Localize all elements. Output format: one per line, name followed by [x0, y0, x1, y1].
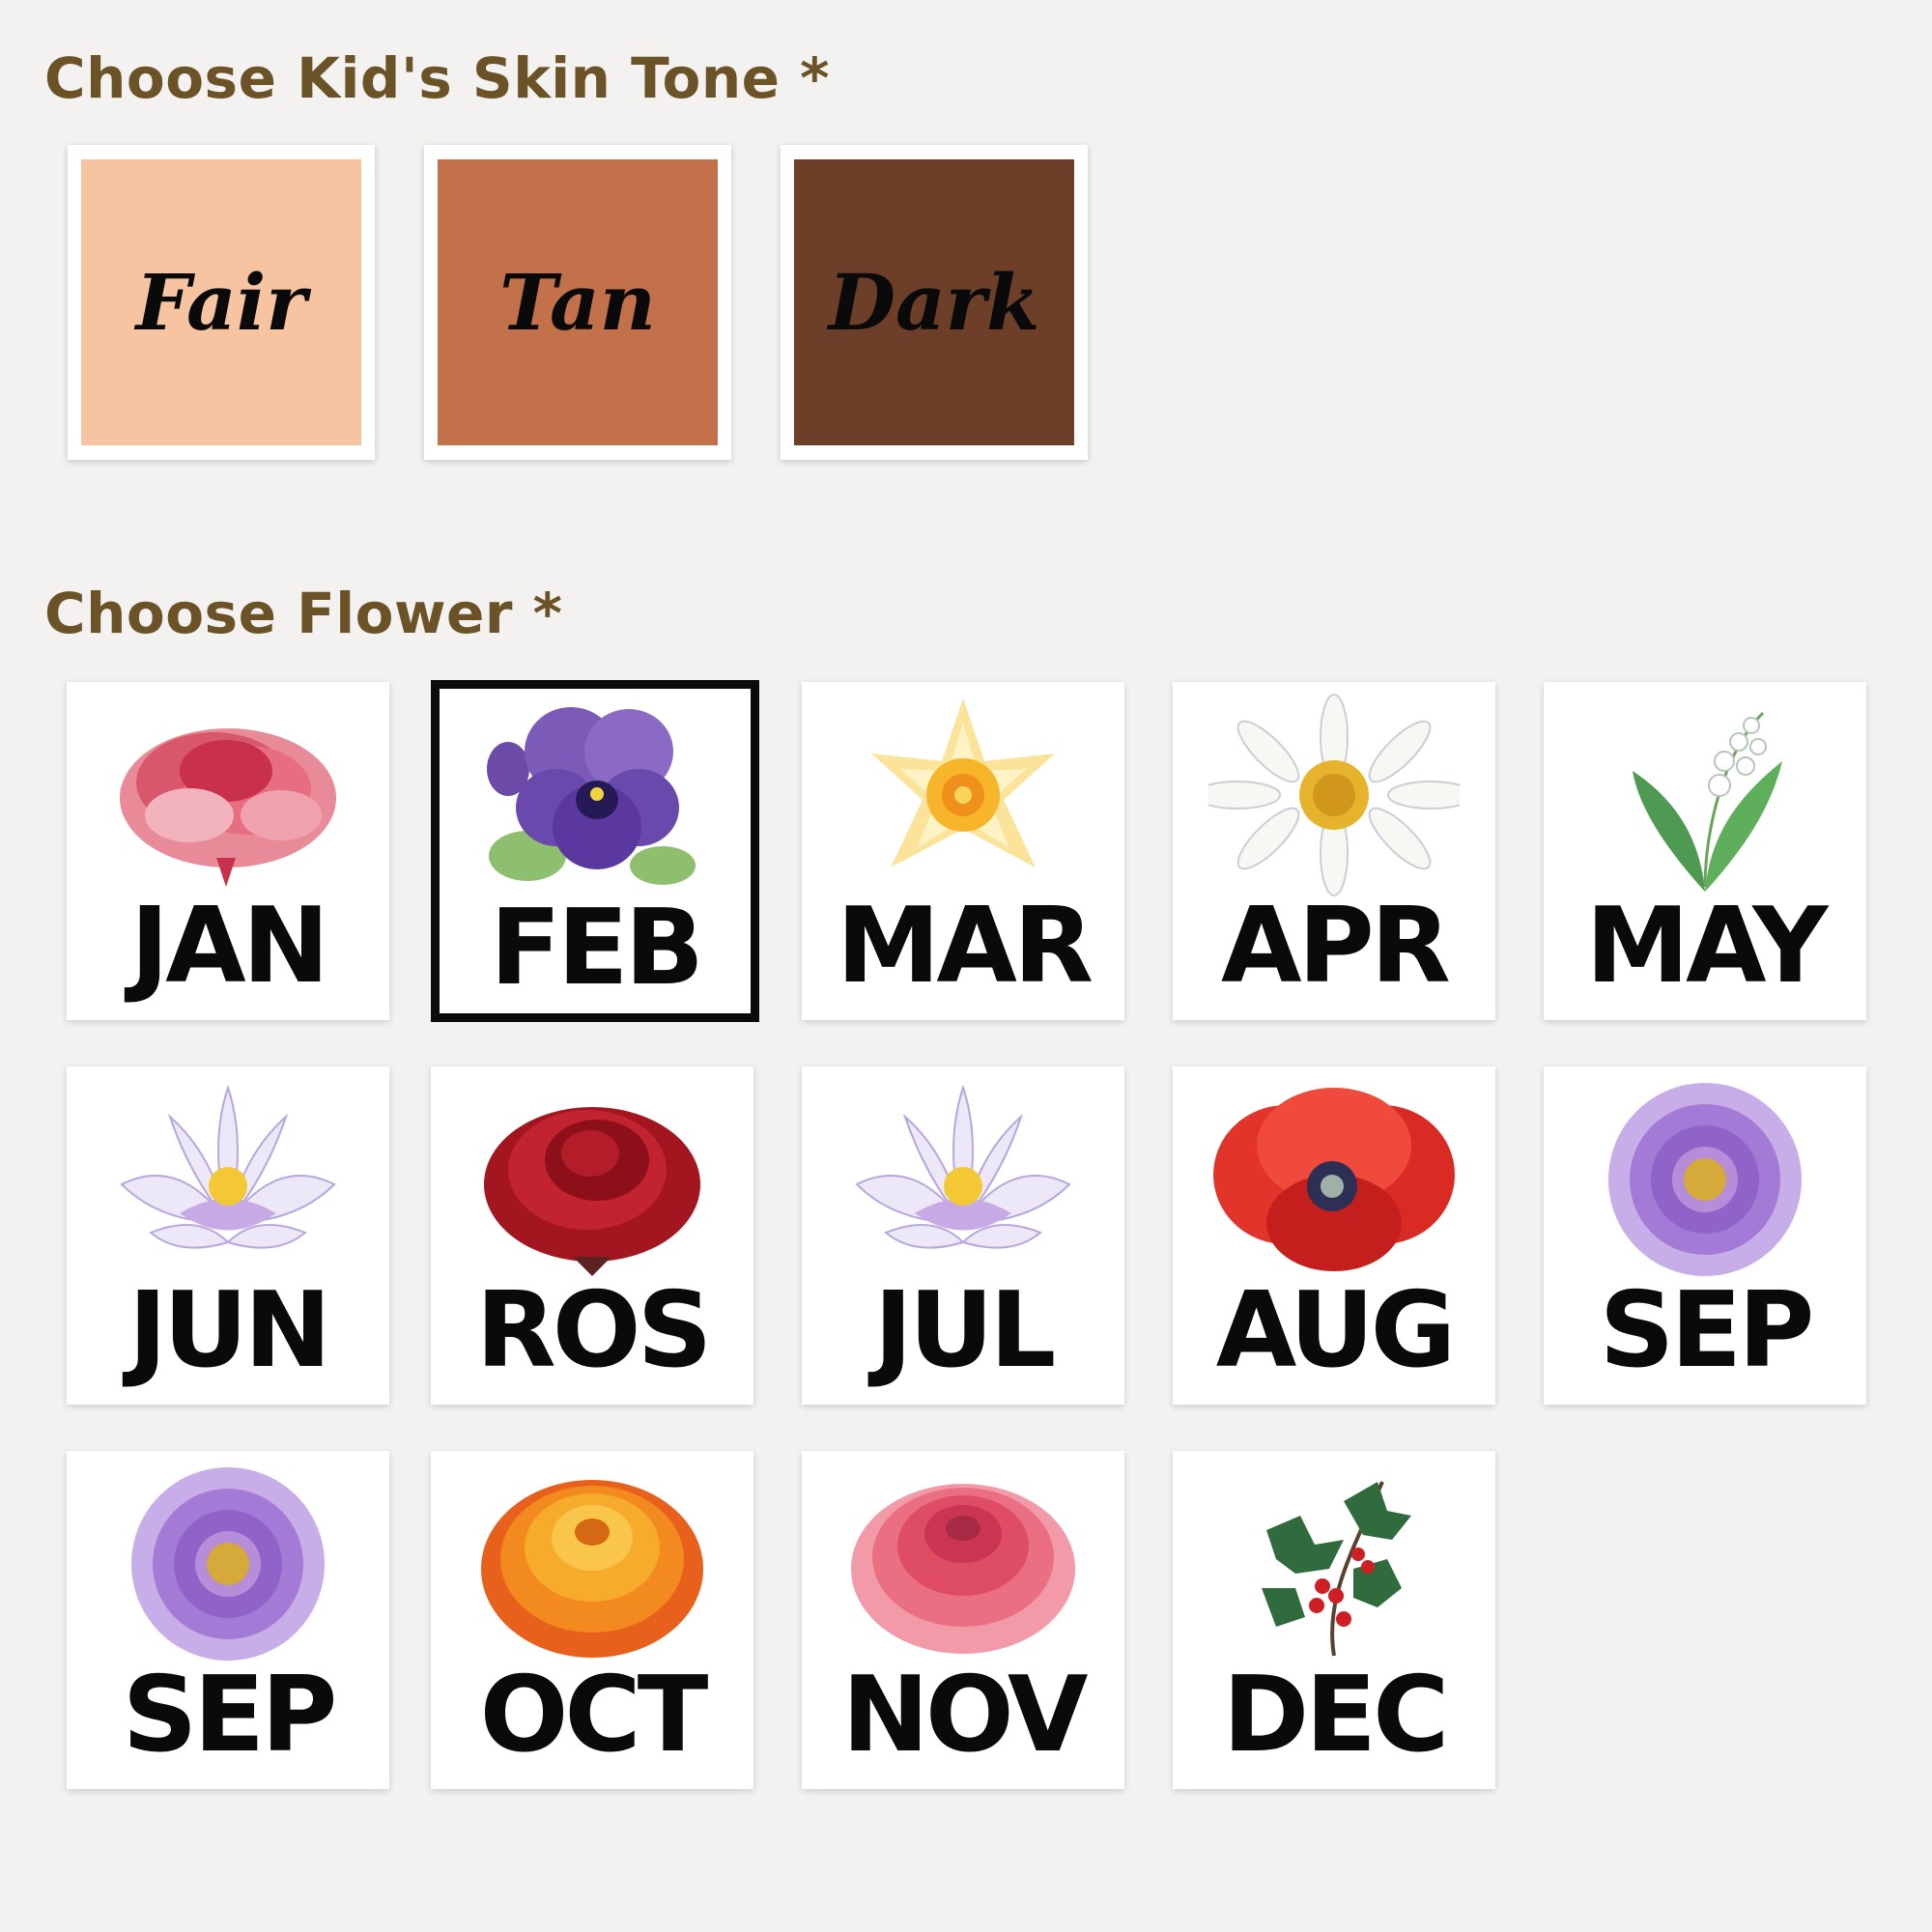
skin-tone-tan-swatch: Tan: [438, 159, 718, 445]
flower-tile-may[interactable]: MAY: [1544, 682, 1866, 1020]
flower-tile-aug[interactable]: AUG: [1173, 1066, 1495, 1405]
skin-tone-fair[interactable]: Fair: [68, 145, 375, 460]
flower-tile-label: ROS: [475, 1270, 713, 1391]
flower-tile-mar[interactable]: MAR: [802, 682, 1124, 1020]
flower-tile-dec[interactable]: DEC: [1173, 1451, 1495, 1789]
flower-tile-label: DEC: [1222, 1655, 1450, 1776]
flower-tile-label: JAN: [129, 886, 329, 1007]
flower-tile-label: AUG: [1215, 1270, 1457, 1391]
carnation-icon: [67, 694, 389, 896]
flower-tile-jun[interactable]: JUN: [67, 1066, 389, 1405]
skin-tone-tan[interactable]: Tan: [424, 145, 731, 460]
water-lily-icon: [67, 1078, 389, 1281]
skin-tone-dark-label: Dark: [828, 257, 1040, 348]
water-lily-icon: [802, 1078, 1124, 1281]
skin-tone-heading: Choose Kid's Skin Tone *: [44, 45, 830, 111]
flower-tile-jan[interactable]: JAN: [67, 682, 389, 1020]
holly-icon: [1173, 1463, 1495, 1665]
flower-tile-label: APR: [1221, 886, 1451, 1007]
skin-tone-tan-label: Tan: [499, 257, 656, 348]
skin-tone-options: Fair Tan Dark: [68, 145, 1088, 460]
flower-tile-oct[interactable]: OCT: [431, 1451, 753, 1789]
flower-tile-label: MAR: [836, 886, 1094, 1007]
rose-icon: [431, 1078, 753, 1281]
flower-tile-label: SEP: [122, 1655, 338, 1776]
daisy-icon: [1173, 694, 1495, 896]
poppy-icon: [1173, 1078, 1495, 1281]
flower-tile-nov[interactable]: NOV: [802, 1451, 1124, 1789]
flower-tile-label: MAY: [1585, 886, 1829, 1007]
lily-of-the-valley-icon: [1544, 694, 1866, 896]
flower-tile-label: FEB: [490, 888, 704, 1009]
skin-tone-dark[interactable]: Dark: [781, 145, 1088, 460]
flower-tile-sep[interactable]: SEP: [1544, 1066, 1866, 1405]
skin-tone-dark-swatch: Dark: [794, 159, 1074, 445]
flower-tile-apr[interactable]: APR: [1173, 682, 1495, 1020]
flower-tile-sep-2[interactable]: SEP: [67, 1451, 389, 1789]
violet-icon: [440, 692, 751, 895]
chrysanthemum-icon: [802, 1463, 1124, 1665]
flower-tile-label: JUN: [128, 1270, 331, 1391]
flower-tile-label: NOV: [841, 1655, 1089, 1776]
aster-icon: [1544, 1078, 1866, 1281]
flower-tile-jul[interactable]: JUL: [802, 1066, 1124, 1405]
skin-tone-fair-swatch: Fair: [81, 159, 361, 445]
flower-heading: Choose Flower *: [44, 581, 563, 646]
daffodil-icon: [802, 694, 1124, 896]
marigold-icon: [431, 1463, 753, 1665]
flower-tile-ros[interactable]: ROS: [431, 1066, 753, 1405]
aster-icon: [67, 1463, 389, 1665]
flower-tile-label: JUL: [873, 1270, 1057, 1391]
flower-tile-feb[interactable]: FEB: [431, 680, 759, 1022]
skin-tone-fair-label: Fair: [135, 257, 307, 348]
flower-tile-label: SEP: [1599, 1270, 1815, 1391]
flower-tile-label: OCT: [479, 1655, 709, 1776]
